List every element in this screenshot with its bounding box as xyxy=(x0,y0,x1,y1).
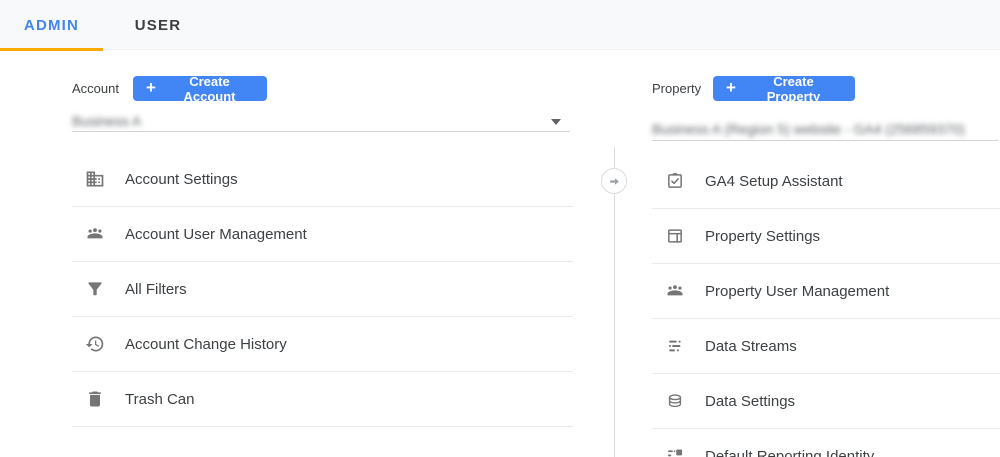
streams-icon xyxy=(668,340,681,352)
menu-item-account-settings[interactable]: Account Settings xyxy=(72,152,573,207)
property-selector-value[interactable]: Business A (Region 5) website - GA4 (256… xyxy=(652,121,965,137)
property-selector-underline xyxy=(652,140,998,141)
history-icon xyxy=(85,336,104,352)
account-selector-underline xyxy=(72,131,570,132)
menu-item-label: Property Settings xyxy=(705,227,821,245)
property-column-label: Property xyxy=(652,81,702,96)
menu-item-all-filters[interactable]: All Filters xyxy=(72,262,573,317)
create-account-button[interactable]: + Create Account xyxy=(133,73,267,104)
menu-item-property-user-management[interactable]: Property User Management xyxy=(652,264,1000,319)
filter-icon xyxy=(88,282,102,296)
menu-item-label: Trash Can xyxy=(125,390,195,408)
people-icon xyxy=(87,228,103,239)
menu-item-label: Property User Management xyxy=(705,282,890,300)
people-icon xyxy=(667,285,683,296)
menu-item-ga4-setup-assistant[interactable]: GA4 Setup Assistant xyxy=(652,154,1000,209)
move-to-property-button[interactable] xyxy=(601,168,627,194)
dropdown-arrow-icon[interactable] xyxy=(551,119,561,125)
account-selector-value[interactable]: Business A xyxy=(72,113,141,129)
account-column-label: Account xyxy=(72,81,119,96)
menu-item-default-reporting-identity[interactable]: Default Reporting Identity xyxy=(652,429,1000,457)
menu-item-label: GA4 Setup Assistant xyxy=(705,172,843,190)
tab-admin[interactable]: ADMIN xyxy=(0,0,103,51)
plus-icon: + xyxy=(726,78,736,97)
create-property-button[interactable]: + Create Property xyxy=(713,73,855,104)
create-account-label: Create Account xyxy=(183,73,236,104)
active-tab-underline xyxy=(0,48,103,51)
menu-item-data-settings[interactable]: Data Settings xyxy=(652,374,1000,429)
menu-item-label: All Filters xyxy=(125,280,187,298)
menu-item-label: Account Settings xyxy=(125,170,238,188)
tab-admin-label: ADMIN xyxy=(23,16,80,34)
building-icon xyxy=(86,171,104,187)
checklist-icon xyxy=(668,173,682,188)
menu-item-label: Default Reporting Identity xyxy=(705,448,875,457)
menu-item-label: Account Change History xyxy=(125,335,287,353)
tab-user[interactable]: USER xyxy=(113,0,203,50)
menu-item-trash-can[interactable]: Trash Can xyxy=(72,372,573,427)
menu-item-label: Account User Management xyxy=(125,225,307,243)
trash-icon xyxy=(89,391,101,407)
window-icon xyxy=(668,229,682,243)
top-tab-bar: ADMIN USER xyxy=(0,0,1000,51)
create-property-label: Create Property xyxy=(766,73,821,104)
database-icon xyxy=(668,394,682,408)
tab-user-label: USER xyxy=(134,16,182,34)
menu-item-data-streams[interactable]: Data Streams xyxy=(652,319,1000,374)
menu-item-account-change-history[interactable]: Account Change History xyxy=(72,317,573,372)
plus-icon: + xyxy=(146,78,156,97)
arrow-right-icon xyxy=(609,177,619,185)
menu-item-property-settings[interactable]: Property Settings xyxy=(652,209,1000,264)
menu-item-label: Data Settings xyxy=(705,392,796,410)
menu-item-label: Data Streams xyxy=(705,337,797,355)
identity-icon xyxy=(667,449,683,456)
ga-admin-screen: ADMIN USER Account + Create Account Busi… xyxy=(0,0,1000,457)
menu-item-account-user-management[interactable]: Account User Management xyxy=(72,207,573,262)
